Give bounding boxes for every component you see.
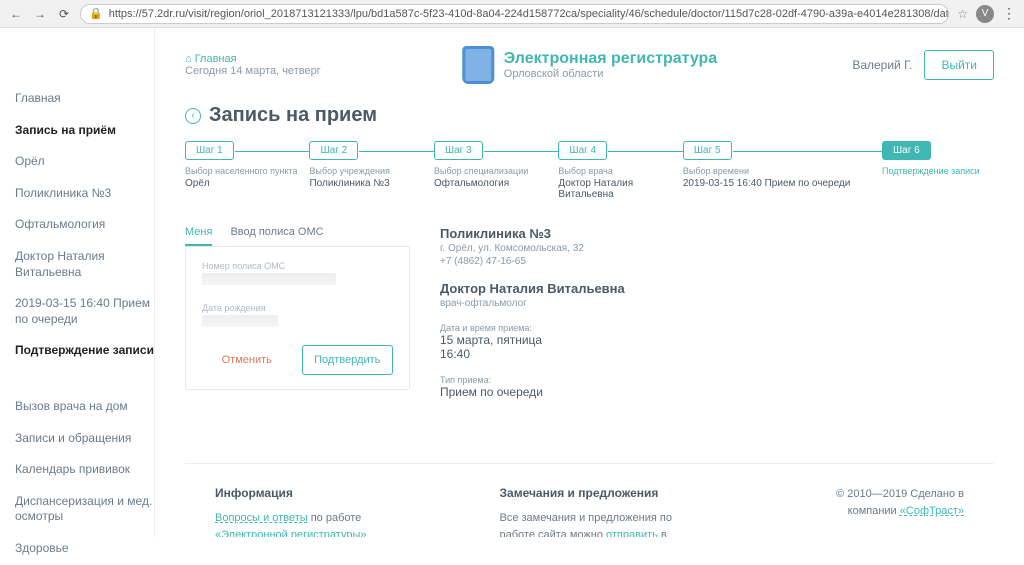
appt-time: 16:40 <box>440 347 994 361</box>
menu-icon[interactable]: ⋮ <box>1002 5 1016 22</box>
page-title: Запись на прием <box>209 104 377 127</box>
cancel-button[interactable]: Отменить <box>202 345 292 375</box>
user-name: Валерий Г. <box>852 58 912 72</box>
logo-icon <box>462 46 494 84</box>
sidebar: Главная Запись на приём Орёл Поликлиника… <box>0 28 155 537</box>
form-tabs: Меня Ввод полиса ОМС <box>185 220 410 247</box>
doctor-name: Доктор Наталия Витальевна <box>440 281 994 296</box>
browser-chrome: ← → ⟳ 🔒 https://57.2dr.ru/visit/region/o… <box>0 0 1024 28</box>
oms-value <box>202 273 336 285</box>
datetime-label: Дата и время приема: <box>440 323 994 333</box>
dob-label: Дата рождения <box>202 303 393 313</box>
summary-panel: Поликлиника №3 г. Орёл, ул. Комсомольска… <box>440 220 994 413</box>
back-circle-icon[interactable]: ‹ <box>185 108 201 124</box>
footer-info-title: Информация <box>215 486 410 500</box>
sidebar-item[interactable]: Вызов врача на дом <box>15 391 154 423</box>
step-4[interactable]: Шаг 4 Выбор врача Доктор Наталия Виталье… <box>558 141 682 200</box>
tab-oms[interactable]: Ввод полиса ОМС <box>230 220 323 246</box>
appt-type: Прием по очереди <box>440 385 994 399</box>
sidebar-item[interactable]: Орёл <box>15 146 154 178</box>
lock-icon: 🔒 <box>89 7 103 20</box>
reload-icon[interactable]: ⟳ <box>56 6 72 22</box>
sidebar-item[interactable]: 2019-03-15 16:40 Прием по очереди <box>15 288 154 335</box>
footer-year: © 2010—2019 <box>836 488 907 500</box>
url-text: https://57.2dr.ru/visit/region/oriol_201… <box>109 8 950 20</box>
back-icon[interactable]: ← <box>8 6 24 22</box>
footer: Информация Вопросы и ответы по работе «Э… <box>185 463 994 537</box>
sidebar-item[interactable]: Диспансеризация и мед. осмотры <box>15 486 154 533</box>
forward-icon[interactable]: → <box>32 6 48 22</box>
url-bar[interactable]: 🔒 https://57.2dr.ru/visit/region/oriol_2… <box>80 4 949 24</box>
step-3[interactable]: Шаг 3 Выбор специализации Офтальмология <box>434 141 558 189</box>
clinic-name: Поликлиника №3 <box>440 226 994 241</box>
form-card: Номер полиса ОМС Дата рождения Отменить … <box>185 246 410 390</box>
logout-button[interactable]: Выйти <box>924 50 994 80</box>
brand: Электронная регистратура Орловской облас… <box>462 46 717 84</box>
type-label: Тип приема: <box>440 375 994 385</box>
oms-label: Номер полиса ОМС <box>202 261 393 271</box>
today-label: Сегодня 14 марта, четверг <box>185 65 321 77</box>
step-1[interactable]: Шаг 1 Выбор населенного пункта Орёл <box>185 141 309 189</box>
footer-feedback-title: Замечания и предложения <box>500 486 695 500</box>
doctor-spec: врач-офтальмолог <box>440 298 994 309</box>
tab-me[interactable]: Меня <box>185 220 212 246</box>
brand-subtitle: Орловской области <box>504 68 717 80</box>
footer-company-link[interactable]: «СофТраст» <box>900 505 964 517</box>
breadcrumb: ⌂ Главная Сегодня 14 марта, четверг <box>185 53 321 77</box>
sidebar-item[interactable]: Запись на приём <box>15 115 154 147</box>
profile-avatar[interactable]: V <box>976 5 994 23</box>
sidebar-item[interactable]: Подтверждение записи <box>15 335 154 367</box>
step-5[interactable]: Шаг 5 Выбор времени 2019-03-15 16:40 При… <box>683 141 882 189</box>
sidebar-item[interactable]: Главная <box>15 83 154 115</box>
appt-date: 15 марта, пятница <box>440 333 994 347</box>
sidebar-item[interactable]: Офтальмология <box>15 209 154 241</box>
dob-value <box>202 315 278 327</box>
brand-title: Электронная регистратура <box>504 50 717 68</box>
sidebar-item[interactable]: Поликлиника №3 <box>15 178 154 210</box>
sidebar-item[interactable]: Здоровье <box>15 533 154 565</box>
sidebar-item[interactable]: Календарь прививок <box>15 454 154 486</box>
footer-reg-link[interactable]: «Электронной регистратуры» <box>215 529 366 538</box>
clinic-address: г. Орёл, ул. Комсомольская, 32 <box>440 243 994 254</box>
confirm-button[interactable]: Подтвердить <box>302 345 394 375</box>
step-6[interactable]: Шаг 6 Подтверждение записи <box>882 141 994 176</box>
footer-faq-link[interactable]: Вопросы и ответы <box>215 512 308 524</box>
bookmark-icon[interactable]: ☆ <box>957 7 968 21</box>
sidebar-item[interactable]: Доктор Наталия Витальевна <box>15 241 154 288</box>
stepper: Шаг 1 Выбор населенного пункта Орёл Шаг … <box>185 141 994 200</box>
footer-send-link[interactable]: отправить <box>606 529 658 538</box>
clinic-phone: +7 (4862) 47-16-65 <box>440 256 994 267</box>
home-link[interactable]: ⌂ Главная <box>185 53 237 65</box>
step-2[interactable]: Шаг 2 Выбор учреждения Поликлиника №3 <box>309 141 433 189</box>
sidebar-item[interactable]: Записи и обращения <box>15 423 154 455</box>
